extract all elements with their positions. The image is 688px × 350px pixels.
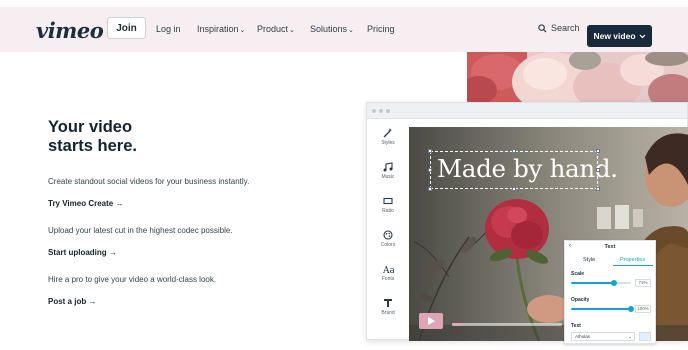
tool-ratio[interactable]: Ratio bbox=[373, 196, 403, 214]
magic-wand-icon bbox=[383, 128, 393, 138]
editor-title-bar bbox=[367, 103, 687, 119]
inspiration-label: Inspiration bbox=[197, 24, 239, 34]
flower-photo bbox=[467, 52, 688, 102]
window-dot bbox=[379, 109, 383, 113]
top-nav: vimeo Join Log in Inspiration⌄ Product⌄ … bbox=[0, 7, 688, 52]
login-link[interactable]: Log in bbox=[156, 24, 181, 34]
resize-handle[interactable] bbox=[596, 149, 600, 153]
tool-label: Fonts bbox=[381, 276, 395, 282]
progress-fill bbox=[452, 323, 461, 326]
opacity-slider[interactable] bbox=[571, 306, 634, 312]
tool-label: Ratio bbox=[382, 208, 394, 214]
vimeo-logo[interactable]: vimeo bbox=[36, 18, 104, 43]
chevron-down-icon: ⌄ bbox=[628, 334, 632, 339]
new-video-button[interactable]: New video bbox=[587, 25, 652, 47]
panel-title: Text bbox=[604, 244, 616, 250]
search-button[interactable]: Search bbox=[538, 23, 580, 33]
chevron-down-icon bbox=[639, 34, 645, 38]
chevron-down-icon: ⌄ bbox=[289, 27, 295, 34]
window-dot bbox=[372, 109, 376, 113]
flower-image bbox=[467, 52, 688, 102]
start-uploading-link[interactable]: Start uploading → bbox=[48, 248, 117, 257]
text-selection-box[interactable] bbox=[430, 151, 598, 189]
chevron-down-icon: ⌄ bbox=[348, 27, 354, 34]
tool-fonts[interactable]: Aa Fonts bbox=[373, 264, 403, 282]
opacity-label: Opacity bbox=[571, 297, 590, 303]
scale-label: Scale bbox=[571, 271, 585, 277]
scale-slider[interactable] bbox=[571, 280, 631, 286]
resize-handle[interactable] bbox=[428, 149, 432, 153]
font-select-value: Atholas bbox=[575, 334, 591, 339]
headline-line-2: starts here. bbox=[48, 137, 137, 155]
pricing-link[interactable]: Pricing bbox=[367, 24, 395, 34]
scale-value[interactable]: 71% bbox=[635, 279, 651, 287]
search-icon bbox=[538, 23, 547, 33]
tab-style[interactable]: Style bbox=[583, 257, 595, 263]
tab-properties[interactable]: Properties bbox=[620, 257, 645, 263]
tool-label: Music bbox=[381, 174, 395, 180]
search-label: Search bbox=[551, 23, 580, 33]
opacity-slider-fill bbox=[571, 308, 631, 310]
progress-bar[interactable] bbox=[452, 323, 562, 326]
post-a-job-link[interactable]: Post a job → bbox=[48, 297, 96, 306]
brand-icon bbox=[384, 299, 392, 307]
pricing-label: Pricing bbox=[367, 24, 395, 34]
font-label: Text bbox=[571, 323, 581, 329]
resize-handle[interactable] bbox=[512, 149, 516, 153]
play-icon bbox=[428, 317, 435, 325]
solutions-menu[interactable]: Solutions⌄ bbox=[310, 24, 354, 34]
window-dot bbox=[386, 109, 390, 113]
tool-label: Colors bbox=[380, 242, 396, 248]
try-vimeo-create-link[interactable]: Try Vimeo Create → bbox=[48, 199, 123, 208]
hero-item1-text: Create standout social videos for your b… bbox=[48, 177, 250, 186]
resize-handle[interactable] bbox=[596, 187, 600, 191]
tool-colors[interactable]: Colors bbox=[373, 230, 403, 248]
resize-handle[interactable] bbox=[428, 168, 432, 172]
inspiration-menu[interactable]: Inspiration⌄ bbox=[197, 24, 245, 34]
color-swatch[interactable] bbox=[639, 332, 651, 341]
resize-handle[interactable] bbox=[428, 187, 432, 191]
music-note-icon bbox=[383, 162, 393, 172]
opacity-slider-knob[interactable] bbox=[628, 306, 634, 312]
hero-headline: Your video starts here. bbox=[48, 118, 208, 156]
font-icon: Aa bbox=[383, 266, 394, 274]
svg-text:Aa: Aa bbox=[383, 266, 394, 274]
chevron-down-icon: ⌄ bbox=[239, 27, 246, 34]
join-button[interactable]: Join bbox=[107, 17, 146, 39]
play-button[interactable] bbox=[419, 313, 443, 329]
active-tab-indicator bbox=[613, 265, 653, 266]
login-label: Log in bbox=[156, 24, 181, 34]
palette-icon bbox=[383, 230, 393, 240]
solutions-label: Solutions bbox=[310, 24, 348, 34]
tool-label: Brand bbox=[381, 310, 395, 316]
hero-item3-text: Hire a pro to give your video a world-cl… bbox=[48, 275, 217, 284]
text-properties-panel: ‹ Text Style Properties Scale 71% Opacit… bbox=[564, 240, 656, 344]
tool-music[interactable]: Music bbox=[373, 162, 403, 180]
product-label: Product bbox=[257, 24, 289, 34]
resize-handle[interactable] bbox=[512, 187, 516, 191]
product-menu[interactable]: Product⌄ bbox=[257, 24, 295, 34]
resize-handle[interactable] bbox=[596, 168, 600, 172]
tool-label: Styles bbox=[381, 140, 395, 146]
opacity-value[interactable]: 100% bbox=[635, 305, 651, 313]
ratio-icon bbox=[383, 197, 393, 205]
scale-slider-knob[interactable] bbox=[610, 280, 617, 286]
new-video-label: New video bbox=[593, 31, 636, 41]
headline-line-1: Your video bbox=[48, 118, 133, 136]
scale-slider-fill bbox=[571, 282, 614, 284]
tool-brand[interactable]: Brand bbox=[373, 298, 403, 316]
font-select[interactable]: Atholas ⌄ bbox=[571, 332, 635, 341]
tool-styles[interactable]: Styles bbox=[373, 128, 403, 146]
hero-item2-text: Upload your latest cut in the highest co… bbox=[48, 226, 233, 235]
